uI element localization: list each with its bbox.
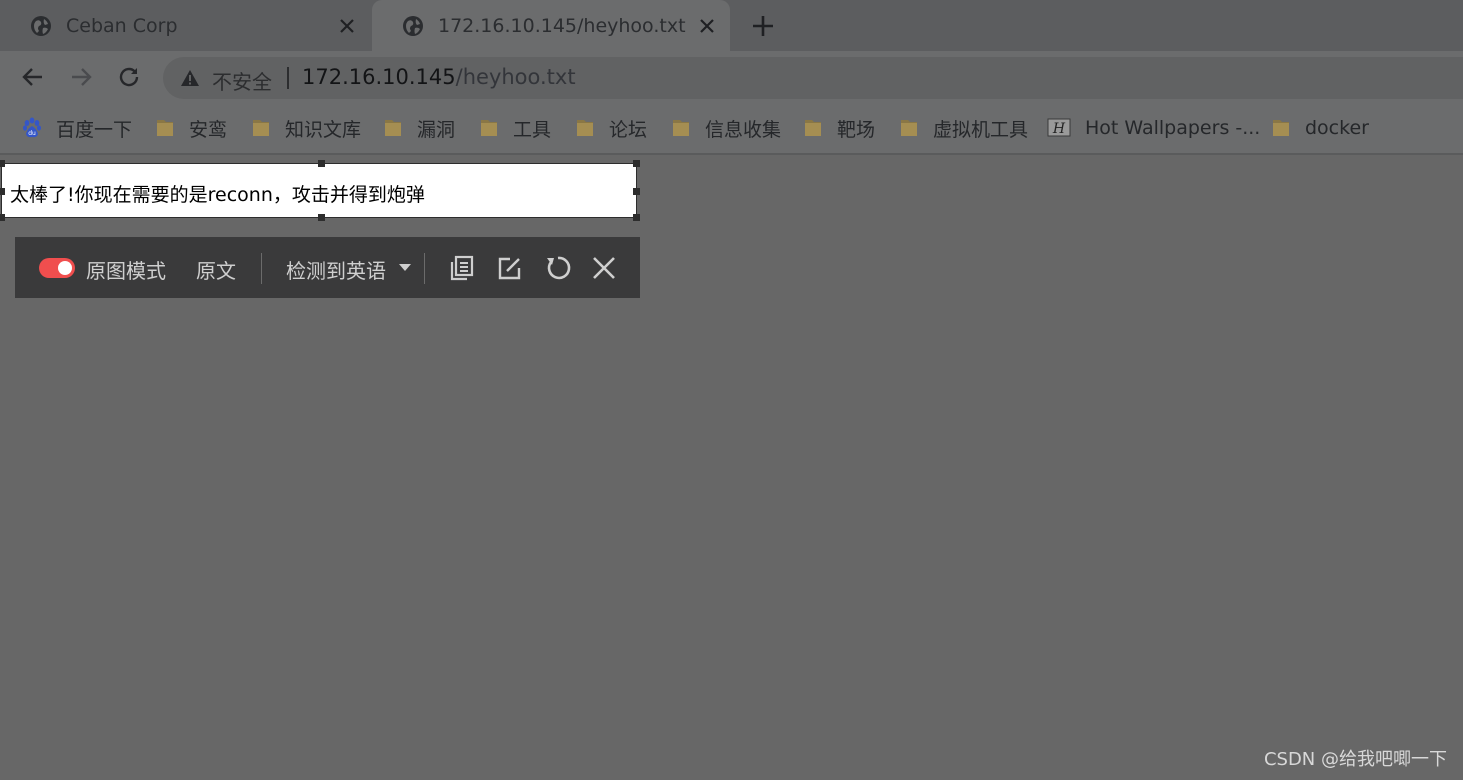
folder-icon [673, 120, 689, 136]
tab-strip: Ceban Corp 172.16.10.145/heyhoo.txt [0, 0, 1463, 51]
url-host: 172.16.10.145 [302, 65, 456, 89]
toolbar-divider [261, 253, 262, 284]
csdn-watermark: CSDN @给我吧唧一下 [1263, 749, 1447, 770]
reset-icon[interactable] [544, 254, 572, 282]
bookmark-label: 信息收集 [705, 118, 782, 141]
resize-handle[interactable] [318, 160, 325, 167]
bookmark-baidu[interactable]: du 百度一下 [22, 115, 132, 141]
svg-text:du: du [28, 130, 36, 137]
bookmark-label: 虚拟机工具 [933, 118, 1029, 141]
folder-icon [805, 120, 821, 136]
tab-heyhoo[interactable]: 172.16.10.145/heyhoo.txt [372, 0, 730, 51]
warning-triangle-icon[interactable] [180, 69, 200, 87]
folder-icon [253, 120, 269, 136]
original-image-mode-toggle[interactable] [39, 258, 75, 278]
folder-icon [577, 120, 593, 136]
resize-handle[interactable] [0, 214, 5, 221]
bookmark-folder[interactable]: docker [1271, 115, 1369, 141]
address-divider [287, 67, 289, 89]
browser-toolbar: 不安全 172.16.10.145/heyhoo.txt [0, 51, 1463, 103]
bookmark-folder[interactable]: 靶场 [803, 115, 875, 141]
not-secure-label[interactable]: 不安全 [212, 66, 272, 95]
bookmark-folder[interactable]: 虚拟机工具 [899, 115, 1028, 141]
bookmarks-bar: du 百度一下 安鸾 知识文库 漏洞 工具 论坛 信息收集 靶场 虚拟机工具 H [0, 103, 1463, 155]
bookmark-label: 工具 [513, 118, 552, 141]
bookmark-label: 安鸾 [189, 118, 228, 141]
tab-title: Ceban Corp [66, 14, 178, 37]
bookmark-folder[interactable]: 知识文库 [251, 115, 361, 141]
chevron-down-icon[interactable] [399, 264, 411, 271]
folder-icon [157, 120, 173, 136]
back-arrow-icon[interactable] [21, 65, 45, 89]
reload-icon[interactable] [117, 65, 141, 89]
forward-arrow-icon[interactable] [69, 65, 93, 89]
bookmark-folder[interactable]: 信息收集 [671, 115, 781, 141]
bookmark-folder[interactable]: 工具 [479, 115, 551, 141]
bookmark-label: docker [1305, 117, 1369, 139]
resize-handle[interactable] [633, 160, 640, 167]
resize-handle[interactable] [318, 214, 325, 221]
bookmark-folder[interactable]: 安鸾 [155, 115, 227, 141]
bookmark-label: 靶场 [837, 118, 876, 141]
translation-toolbar: 原图模式 原文 检测到英语 [15, 237, 640, 298]
edit-icon[interactable] [496, 254, 524, 282]
translation-selection-box[interactable]: 太棒了!你现在需要的是reconn，攻击并得到炮弹 [0, 160, 640, 221]
folder-icon [1273, 120, 1289, 136]
original-text-button[interactable]: 原文 [196, 255, 236, 284]
bookmark-folder[interactable]: 论坛 [575, 115, 647, 141]
bookmark-hot-wallpapers[interactable]: H Hot Wallpapers -... [1047, 115, 1260, 141]
bookmark-label: Hot Wallpapers -... [1085, 117, 1261, 139]
bookmark-label: 漏洞 [417, 118, 456, 141]
resize-handle[interactable] [0, 160, 5, 167]
tab-ceban-corp[interactable]: Ceban Corp [0, 0, 370, 51]
globe-icon [31, 15, 51, 36]
resize-handle[interactable] [633, 188, 640, 195]
copy-icon[interactable] [448, 254, 476, 282]
folder-icon [901, 120, 917, 136]
toggle-knob [58, 261, 72, 275]
url-text[interactable]: 172.16.10.145/heyhoo.txt [302, 65, 576, 89]
bookmark-folder[interactable]: 漏洞 [383, 115, 455, 141]
original-image-mode-label[interactable]: 原图模式 [86, 255, 166, 284]
toolbar-divider [424, 253, 425, 284]
new-tab-plus-icon[interactable] [750, 13, 776, 39]
resize-handle[interactable] [0, 188, 5, 195]
baidu-paw-icon: du [23, 117, 41, 138]
address-bar[interactable]: 不安全 172.16.10.145/heyhoo.txt [163, 57, 1463, 99]
detected-language-dropdown[interactable]: 检测到英语 [286, 255, 386, 284]
folder-icon [481, 120, 497, 136]
resize-handle[interactable] [633, 214, 640, 221]
bookmark-label: 论坛 [609, 118, 648, 141]
translated-text: 太棒了!你现在需要的是reconn，攻击并得到炮弹 [10, 184, 425, 206]
url-path: /heyhoo.txt [455, 65, 576, 89]
close-tab-icon[interactable] [698, 17, 716, 35]
tab-title: 172.16.10.145/heyhoo.txt [438, 14, 686, 37]
bookmark-label: 知识文库 [285, 118, 362, 141]
svg-text:H: H [1052, 121, 1066, 137]
site-h-icon: H [1047, 118, 1071, 137]
bookmark-label: 百度一下 [56, 118, 133, 141]
folder-icon [385, 120, 401, 136]
close-tab-icon[interactable] [338, 17, 356, 35]
close-icon[interactable] [590, 254, 618, 282]
globe-icon [403, 15, 423, 36]
